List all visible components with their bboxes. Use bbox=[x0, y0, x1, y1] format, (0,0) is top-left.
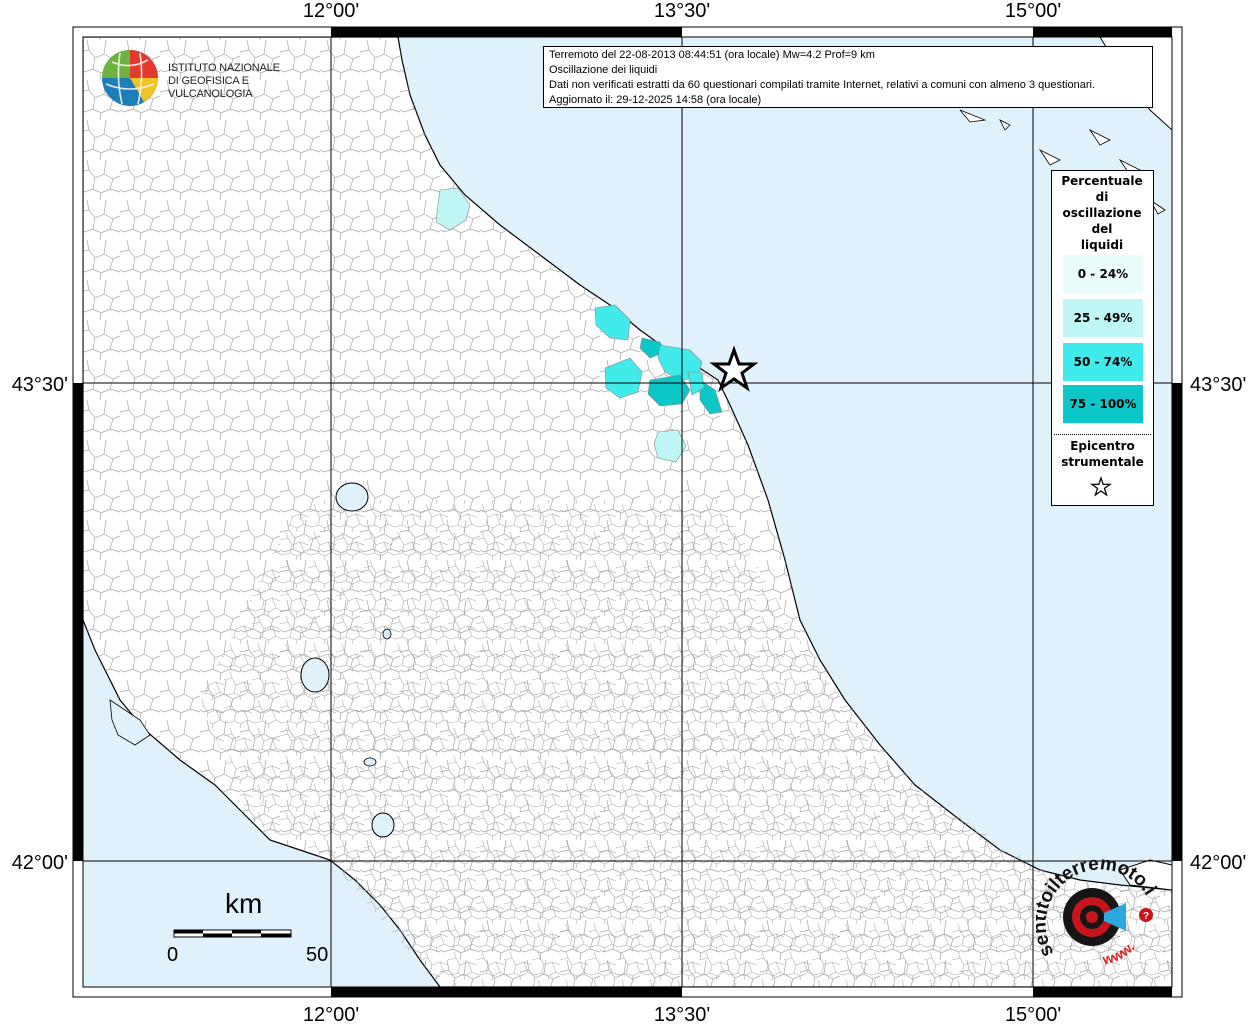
lat-label: 43°30' bbox=[12, 374, 68, 396]
lon-label: 15°00' bbox=[1005, 1004, 1061, 1024]
legend-title-line: oscillazione bbox=[1062, 206, 1142, 220]
legend-title-line: Percentuale bbox=[1061, 174, 1143, 188]
lake-bracciano bbox=[371, 812, 395, 838]
lat-label: 42°00' bbox=[12, 852, 68, 874]
lon-label: 15°00' bbox=[1005, 0, 1061, 22]
lat-label: 43°30' bbox=[1190, 374, 1246, 396]
ingv-logo: ISTITUTO NAZIONALE DI GEOFISICA E VULCAN… bbox=[100, 48, 310, 108]
legend: Percentuale di oscillazione del liquidi … bbox=[1051, 170, 1154, 506]
scale-unit: km bbox=[225, 888, 263, 919]
scale-bar bbox=[173, 929, 292, 938]
data-note: Dati non verificati estratti da 60 quest… bbox=[549, 79, 1095, 91]
legend-title-line: liquidi bbox=[1080, 238, 1124, 252]
lon-label: 13°30' bbox=[654, 0, 710, 22]
legend-title-line: di bbox=[1095, 190, 1109, 204]
map-subject: Oscillazione dei liquidi bbox=[549, 64, 658, 76]
legend-epicentre-line: strumentale bbox=[1061, 455, 1144, 469]
lon-label: 12°00' bbox=[303, 0, 359, 22]
legend-divider bbox=[1054, 434, 1151, 435]
ingv-name-line1: ISTITUTO NAZIONALE bbox=[168, 62, 280, 74]
ingv-globe-icon bbox=[102, 50, 158, 106]
svg-text:www.: www. bbox=[1100, 939, 1137, 968]
lat-labels-left: 43°30' 42°00' bbox=[12, 374, 68, 874]
lake-trasimeno bbox=[335, 482, 369, 512]
legend-epicentre-line: Epicentro bbox=[1070, 439, 1135, 453]
legend-item-0-24: 0 - 24% bbox=[1063, 255, 1143, 293]
event-title: Terremoto del 22-08-2013 08:44:51 (ora l… bbox=[549, 49, 875, 61]
lake-bolsena bbox=[300, 657, 330, 693]
lon-labels-bottom: 12°00' 13°30' 15°00' bbox=[303, 1004, 1061, 1024]
updated-timestamp: Aggiornato il: 29-12-2025 14:58 (ora loc… bbox=[549, 94, 762, 106]
svg-text:?: ? bbox=[1143, 911, 1149, 922]
scale-max: 50 bbox=[306, 944, 329, 966]
legend-item-25-49: 25 - 49% bbox=[1063, 299, 1143, 337]
event-info-box: Terremoto del 22-08-2013 08:44:51 (ora l… bbox=[543, 46, 1153, 108]
legend-item-50-74: 50 - 74% bbox=[1063, 343, 1143, 381]
lon-label: 13°30' bbox=[654, 1004, 710, 1024]
legend-epicentre-label: Epicentro strumentale bbox=[1052, 438, 1153, 470]
haisentito-badge: sentitoilterremoto.it www. ? bbox=[1029, 839, 1160, 968]
haisentito-www-text: www. bbox=[1100, 939, 1137, 968]
lon-label: 12°00' bbox=[303, 1004, 359, 1024]
lat-label: 42°00' bbox=[1190, 852, 1246, 874]
scale-min: 0 bbox=[167, 944, 179, 966]
lat-labels-right: 43°30' 42°00' bbox=[1190, 374, 1246, 874]
haisentito-logo: sentitoilterremoto.it www. ? hai bbox=[1029, 839, 1168, 980]
legend-item-75-100: 75 - 100% bbox=[1063, 385, 1143, 423]
legend-title-line: del bbox=[1091, 222, 1113, 236]
ingv-name-line2: DI GEOFISICA E VULCANOLOGIA bbox=[168, 75, 253, 100]
star-outline-icon bbox=[1090, 476, 1112, 497]
lon-labels-top: 12°00' 13°30' 15°00' bbox=[303, 0, 1061, 22]
legend-title: Percentuale di oscillazione del liquidi bbox=[1052, 171, 1152, 253]
